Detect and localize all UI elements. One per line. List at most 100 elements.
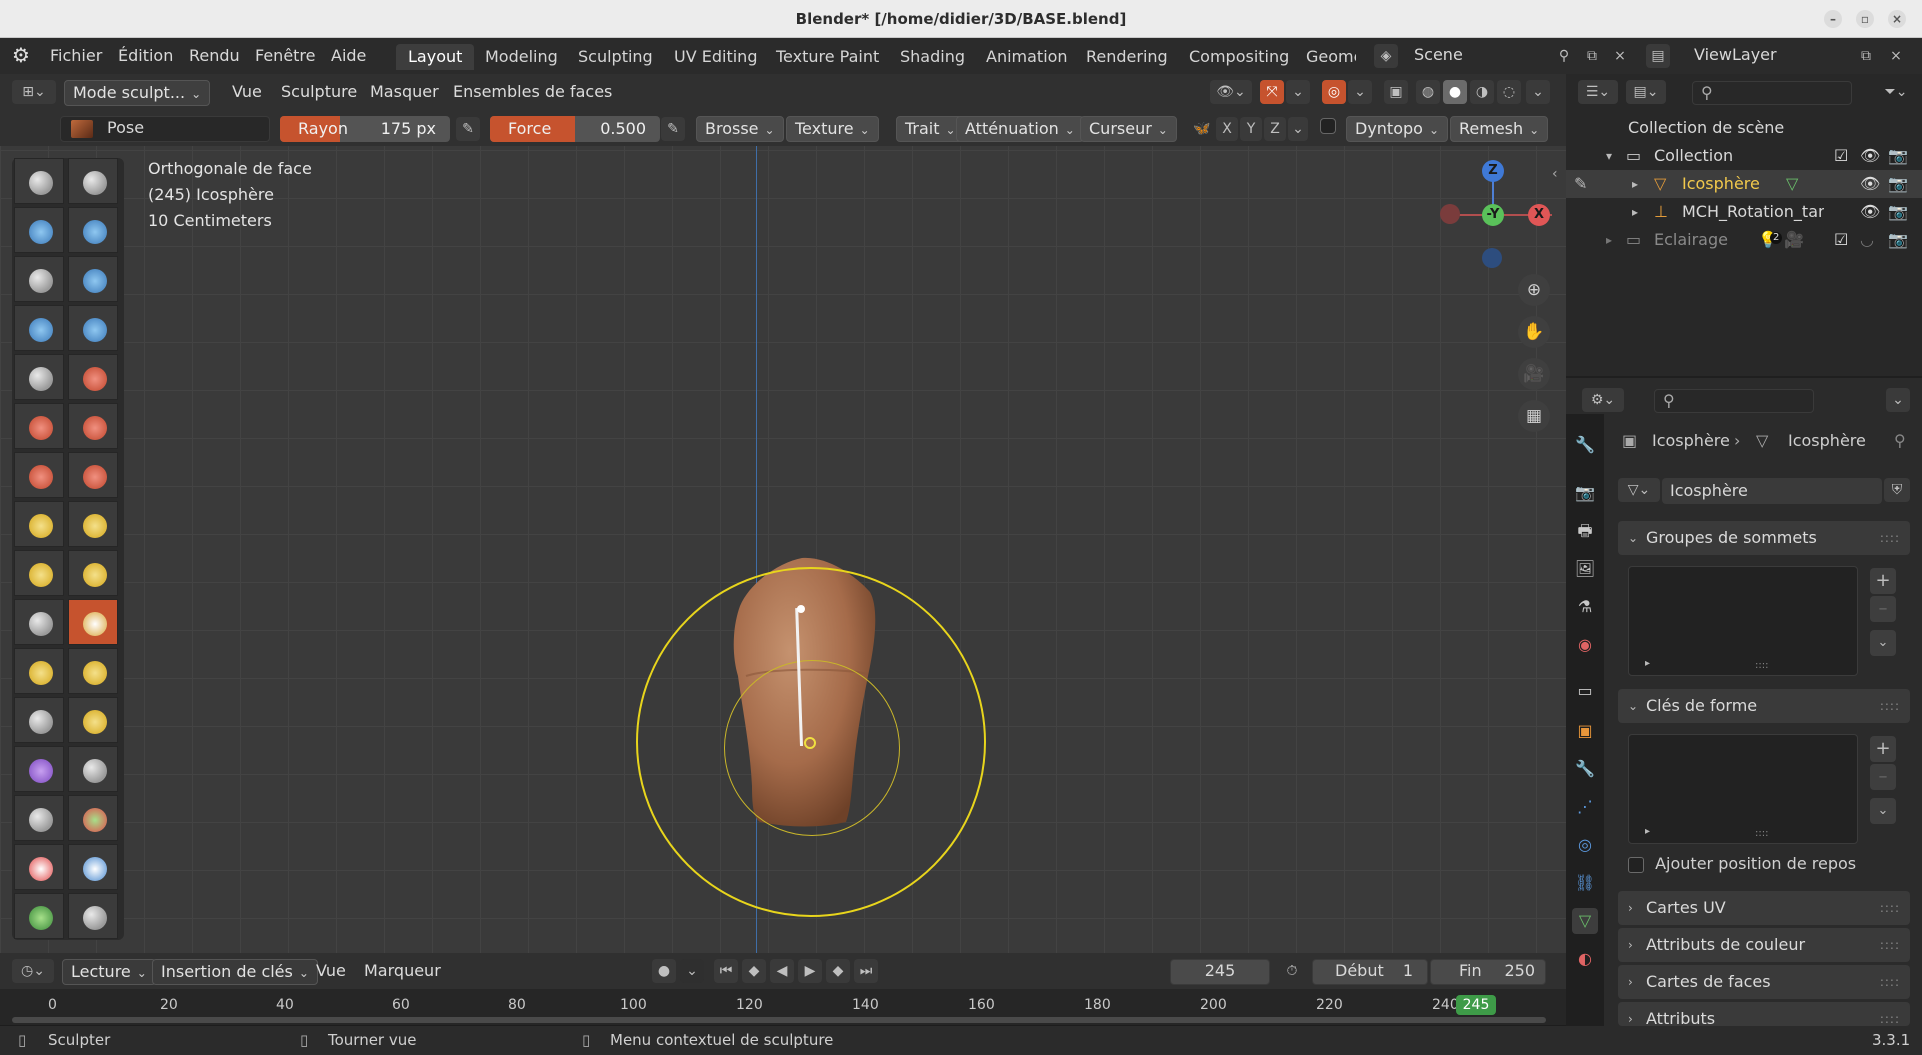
zoom-icon[interactable]: ⊕ <box>1518 274 1550 306</box>
tool-annotate[interactable] <box>14 893 64 939</box>
properties-editor-type-icon[interactable]: ⚙⌄ <box>1582 388 1624 412</box>
filter-icon[interactable]: ⏷⌄ <box>1876 80 1916 104</box>
fake-user-shield-icon[interactable]: ⛨ <box>1884 478 1910 502</box>
menu-help[interactable]: Aide <box>331 46 366 65</box>
pin-icon[interactable]: ⚲ <box>1552 44 1576 68</box>
world-tab-icon[interactable]: ◉ <box>1572 632 1598 658</box>
tool-clay-thumb[interactable] <box>14 256 64 302</box>
panel-face-maps[interactable]: › Cartes de faces :::: <box>1618 965 1910 999</box>
view-layer-tab-icon[interactable]: 🖼 <box>1572 556 1598 582</box>
properties-options-icon[interactable]: ⌄ <box>1886 388 1910 412</box>
expand-icon[interactable]: ▸ <box>1632 170 1638 198</box>
keying-dropdown[interactable]: Insertion de clés <box>152 959 318 985</box>
tool-smooth[interactable] <box>68 354 118 400</box>
stroke-dropdown[interactable]: Trait <box>896 116 965 142</box>
drag-handle-icon[interactable]: :::: <box>1880 965 1900 999</box>
timeline-marker-menu[interactable]: Marqueur <box>364 959 441 983</box>
constraints-tab-icon[interactable]: ⛓ <box>1572 870 1598 896</box>
maximize-icon[interactable]: ▫ <box>1856 10 1874 28</box>
tool-snake-hook[interactable] <box>68 550 118 596</box>
tab-compositing[interactable]: Compositing <box>1177 44 1301 70</box>
resize-grip-icon[interactable]: :::: <box>1755 828 1768 839</box>
gizmo-dropdown-icon[interactable]: ⌄ <box>1286 80 1310 104</box>
tool-clay-strips[interactable] <box>68 207 118 253</box>
drag-handle-icon[interactable]: :::: <box>1880 928 1900 962</box>
tab-animation[interactable]: Animation <box>974 44 1080 70</box>
playhead[interactable]: 245 <box>1456 995 1496 1015</box>
visibility-icon[interactable]: 👁⌄ <box>1210 80 1252 104</box>
panel-vertex-groups[interactable]: ⌄ Groupes de sommets :::: <box>1618 521 1910 555</box>
tab-uv-editing[interactable]: UV Editing <box>662 44 769 70</box>
edit-pencil-icon[interactable]: ✎ <box>1574 170 1587 198</box>
clock-icon[interactable]: ⏱ <box>1280 959 1304 983</box>
remesh-dropdown[interactable]: Remesh <box>1450 116 1549 142</box>
jump-end-icon[interactable]: ⏭ <box>854 959 878 983</box>
eye-icon[interactable]: 👁 <box>1860 198 1880 226</box>
symmetry-icon[interactable]: 🦋 <box>1190 117 1214 141</box>
outliner-row-mch-rotation[interactable]: ▸ ⊥ MCH_Rotation_targ 👁 📷 <box>1566 198 1922 226</box>
viewlayer-name-field[interactable]: ViewLayer <box>1686 44 1856 68</box>
tool-crease[interactable] <box>14 354 64 400</box>
next-keyframe-icon[interactable]: ◆ <box>826 959 850 983</box>
xray-icon[interactable]: ▣ <box>1384 80 1408 104</box>
camera-view-icon[interactable]: 🎥 <box>1518 358 1550 390</box>
symmetry-x-toggle[interactable]: X <box>1216 117 1238 141</box>
collapse-icon[interactable]: ▾ <box>1606 142 1612 170</box>
outliner-row-collection[interactable]: ▾ ▭ Collection ☑ 👁 📷 <box>1566 142 1922 170</box>
add-shape-key-button[interactable]: + <box>1870 736 1896 762</box>
outliner-search-input[interactable]: ⚲ <box>1692 81 1852 105</box>
panel-attributes[interactable]: › Attributs :::: <box>1618 1002 1910 1026</box>
tool-inflate[interactable] <box>14 305 64 351</box>
prev-keyframe-icon[interactable]: ◆ <box>742 959 766 983</box>
camera-icon[interactable]: 📷 <box>1888 226 1908 254</box>
camera-icon[interactable]: 📷 <box>1888 142 1908 170</box>
shape-keys-list[interactable]: ▸ :::: <box>1628 734 1858 844</box>
tab-modeling[interactable]: Modeling <box>473 44 570 70</box>
symmetry-y-toggle[interactable]: Y <box>1240 117 1262 141</box>
tool-pose[interactable] <box>68 599 118 645</box>
tool-scrape[interactable] <box>14 452 64 498</box>
menu-view[interactable]: Vue <box>232 80 262 104</box>
sidebar-toggle-icon[interactable]: ‹ <box>1552 166 1558 182</box>
menu-edit[interactable]: Édition <box>118 46 173 65</box>
delete-scene-icon[interactable]: × <box>1608 44 1632 68</box>
current-frame-field[interactable]: 245 <box>1170 959 1270 985</box>
tool-draw[interactable] <box>14 158 64 204</box>
tool-fill[interactable] <box>68 403 118 449</box>
symmetry-dropdown-icon[interactable]: ⌄ <box>1288 117 1308 141</box>
collection-tab-icon[interactable]: ▭ <box>1572 678 1598 704</box>
camera-icon[interactable]: 📷 <box>1888 170 1908 198</box>
record-icon[interactable]: ● <box>652 959 676 983</box>
particles-tab-icon[interactable]: ⋰ <box>1572 794 1598 820</box>
cursor-dropdown[interactable]: Curseur <box>1080 116 1177 142</box>
output-tab-icon[interactable]: 🖶 <box>1572 518 1598 544</box>
properties-search-input[interactable]: ⚲ <box>1654 389 1814 413</box>
expand-icon[interactable]: ▸ <box>1632 198 1638 226</box>
menu-face-sets[interactable]: Ensembles de faces <box>453 80 612 104</box>
tool-slide-relax[interactable] <box>14 697 64 743</box>
tool-flatten[interactable] <box>14 403 64 449</box>
rest-position-checkbox[interactable] <box>1628 856 1644 873</box>
material-tab-icon[interactable]: ◐ <box>1572 946 1598 972</box>
new-scene-icon[interactable]: ⧉ <box>1580 44 1604 68</box>
timeline-editor-type-icon[interactable]: ◷⌄ <box>12 959 54 983</box>
symmetry-z-toggle[interactable]: Z <box>1264 117 1286 141</box>
gizmo-neg-z-axis[interactable] <box>1482 248 1502 268</box>
play-reverse-icon[interactable]: ◀ <box>770 959 794 983</box>
remove-vertex-group-button[interactable]: – <box>1870 596 1896 622</box>
end-frame-field[interactable]: Fin 250 <box>1430 959 1546 985</box>
editor-type-icon[interactable]: ⊞⌄ <box>12 80 56 104</box>
tool-rotate[interactable] <box>68 648 118 694</box>
pin-icon[interactable]: ⚲ <box>1894 431 1906 450</box>
tool-grab[interactable] <box>68 501 118 547</box>
tab-geometry-nodes[interactable]: Geome <box>1294 44 1356 70</box>
tool-elastic-deform[interactable] <box>14 550 64 596</box>
tab-sculpting[interactable]: Sculpting <box>566 44 665 70</box>
timeline-view-menu[interactable]: Vue <box>316 959 346 983</box>
timeline-scrollbar[interactable] <box>12 1017 1546 1023</box>
strength-pressure-icon[interactable]: ✎ <box>661 117 685 141</box>
jump-start-icon[interactable]: ⏮ <box>714 959 738 983</box>
new-viewlayer-icon[interactable]: ⧉ <box>1854 44 1878 68</box>
menu-render[interactable]: Rendu <box>189 46 240 65</box>
expand-icon[interactable]: ▸ <box>1606 226 1612 254</box>
